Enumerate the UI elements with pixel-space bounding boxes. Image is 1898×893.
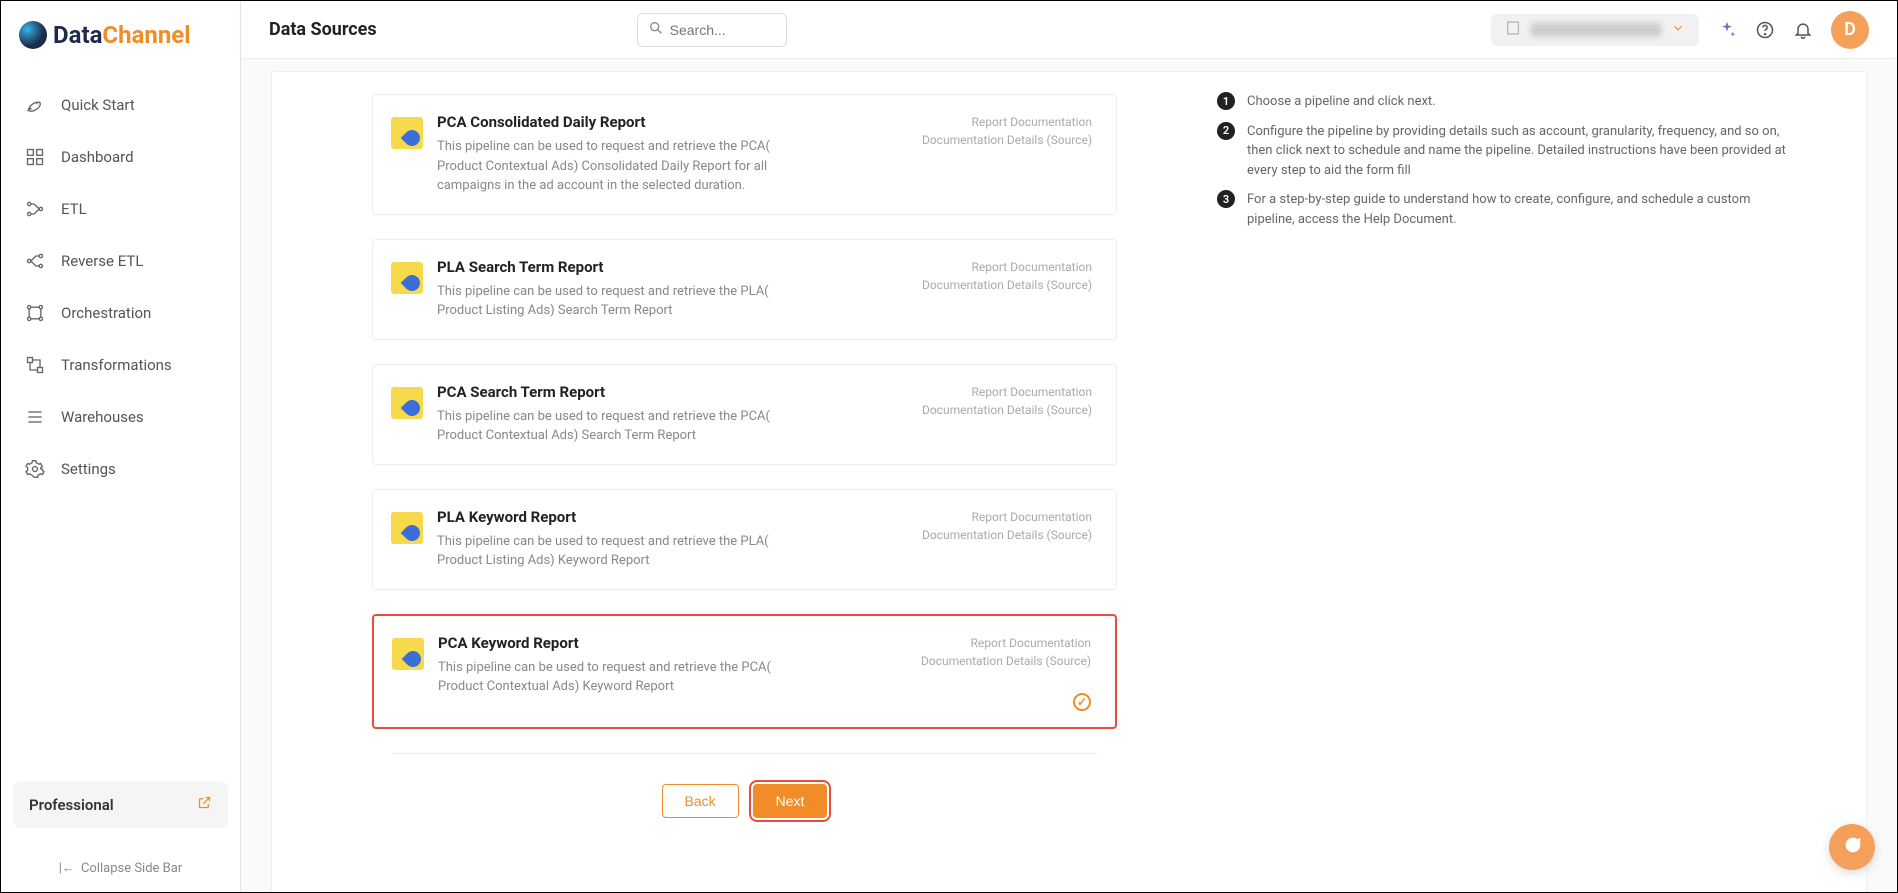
transform-icon xyxy=(23,353,47,377)
sidebar-item-dashboard[interactable]: Dashboard xyxy=(13,131,228,183)
flipkart-icon xyxy=(392,638,424,670)
org-name-redacted xyxy=(1531,23,1661,37)
collapse-sidebar-button[interactable]: |← Collapse Side Bar xyxy=(13,856,228,880)
nodes-icon xyxy=(23,301,47,325)
plan-label: Professional xyxy=(29,796,114,814)
divider xyxy=(392,753,1097,754)
search-input[interactable] xyxy=(670,22,776,38)
sidebar-item-quick-start[interactable]: Quick Start xyxy=(13,79,228,131)
back-button[interactable]: Back xyxy=(662,784,739,818)
database-icon xyxy=(23,405,47,429)
pipeline-card[interactable]: PLA Search Term Report This pipeline can… xyxy=(372,239,1117,340)
flipkart-icon xyxy=(391,262,423,294)
sidebar-item-warehouses[interactable]: Warehouses xyxy=(13,391,228,443)
flipkart-icon xyxy=(391,387,423,419)
pipeline-desc: This pipeline can be used to request and… xyxy=(437,137,817,196)
pipeline-card[interactable]: PCA Keyword Report This pipeline can be … xyxy=(372,614,1117,729)
reverse-flow-icon xyxy=(23,249,47,273)
building-icon xyxy=(1505,20,1521,40)
sidebar: DataChannel Quick Start Dashboard ETL Re… xyxy=(1,1,241,892)
bell-icon[interactable] xyxy=(1793,20,1813,40)
documentation-details-link[interactable]: Documentation Details (Source) xyxy=(922,401,1092,419)
chevron-down-icon xyxy=(1671,20,1685,39)
flipkart-icon xyxy=(391,512,423,544)
step-text: For a step-by-step guide to understand h… xyxy=(1247,190,1786,229)
rocket-icon xyxy=(23,93,47,117)
report-documentation-link[interactable]: Report Documentation xyxy=(922,383,1092,401)
pipeline-list: PCA Consolidated Daily Report This pipel… xyxy=(372,94,1117,729)
page-title: Data Sources xyxy=(269,19,377,40)
header: Data Sources D xyxy=(241,1,1897,59)
flipkart-icon xyxy=(391,117,423,149)
sidebar-item-label: ETL xyxy=(61,200,87,218)
pipeline-card[interactable]: PLA Keyword Report This pipeline can be … xyxy=(372,489,1117,590)
sidebar-item-label: Dashboard xyxy=(61,148,134,166)
collapse-label: Collapse Side Bar xyxy=(81,861,182,876)
documentation-details-link[interactable]: Documentation Details (Source) xyxy=(922,276,1092,294)
sidebar-item-label: Warehouses xyxy=(61,408,144,426)
content-panel: PCA Consolidated Daily Report This pipel… xyxy=(271,71,1867,892)
step-number: 2 xyxy=(1217,122,1235,140)
pipeline-desc: This pipeline can be used to request and… xyxy=(437,282,817,321)
pipeline-card[interactable]: PCA Consolidated Daily Report This pipel… xyxy=(372,94,1117,215)
documentation-details-link[interactable]: Documentation Details (Source) xyxy=(922,131,1092,149)
step-row: 2 Configure the pipeline by providing de… xyxy=(1217,122,1786,181)
search-box[interactable] xyxy=(637,13,787,47)
collapse-icon: |← xyxy=(59,860,75,876)
sidebar-item-etl[interactable]: ETL xyxy=(13,183,228,235)
step-number: 1 xyxy=(1217,92,1235,110)
sidebar-item-reverse-etl[interactable]: Reverse ETL xyxy=(13,235,228,287)
external-link-icon xyxy=(197,795,212,814)
next-button[interactable]: Next xyxy=(753,784,828,818)
report-documentation-link[interactable]: Report Documentation xyxy=(922,258,1092,276)
step-row: 3 For a step-by-step guide to understand… xyxy=(1217,190,1786,229)
chat-icon xyxy=(1841,834,1863,860)
step-text: Choose a pipeline and click next. xyxy=(1247,92,1436,112)
sidebar-item-label: Reverse ETL xyxy=(61,252,143,270)
report-documentation-link[interactable]: Report Documentation xyxy=(922,113,1092,131)
logo-text-part2: Channel xyxy=(102,21,190,49)
gear-icon xyxy=(23,457,47,481)
help-icon[interactable] xyxy=(1755,20,1775,40)
sidebar-item-label: Orchestration xyxy=(61,304,151,322)
logo-mark-icon xyxy=(19,21,47,49)
report-documentation-link[interactable]: Report Documentation xyxy=(922,508,1092,526)
nav-items: Quick Start Dashboard ETL Reverse ETL Or… xyxy=(13,79,228,781)
flow-icon xyxy=(23,197,47,221)
search-icon xyxy=(648,20,664,40)
sparkle-icon[interactable] xyxy=(1717,20,1737,40)
pipeline-desc: This pipeline can be used to request and… xyxy=(437,407,817,446)
selected-check-icon xyxy=(1073,693,1091,711)
logo-text-part1: Data xyxy=(53,21,102,49)
pipeline-desc: This pipeline can be used to request and… xyxy=(438,658,818,697)
pipeline-desc: This pipeline can be used to request and… xyxy=(437,532,817,571)
step-text: Configure the pipeline by providing deta… xyxy=(1247,122,1786,181)
org-dropdown[interactable] xyxy=(1491,14,1699,46)
grid-icon xyxy=(23,145,47,169)
sidebar-item-label: Quick Start xyxy=(61,96,135,114)
avatar-initial: D xyxy=(1844,19,1856,40)
sidebar-item-label: Transformations xyxy=(61,356,172,374)
logo[interactable]: DataChannel xyxy=(13,21,228,49)
documentation-details-link[interactable]: Documentation Details (Source) xyxy=(922,526,1092,544)
sidebar-item-orchestration[interactable]: Orchestration xyxy=(13,287,228,339)
chat-fab[interactable] xyxy=(1829,824,1875,870)
pipeline-card[interactable]: PCA Search Term Report This pipeline can… xyxy=(372,364,1117,465)
avatar[interactable]: D xyxy=(1831,11,1869,49)
button-row: Back Next xyxy=(372,784,1117,818)
plan-card[interactable]: Professional xyxy=(13,781,228,828)
sidebar-item-transformations[interactable]: Transformations xyxy=(13,339,228,391)
step-number: 3 xyxy=(1217,190,1235,208)
report-documentation-link[interactable]: Report Documentation xyxy=(921,634,1091,652)
sidebar-item-settings[interactable]: Settings xyxy=(13,443,228,495)
step-row: 1 Choose a pipeline and click next. xyxy=(1217,92,1786,112)
sidebar-item-label: Settings xyxy=(61,460,116,478)
documentation-details-link[interactable]: Documentation Details (Source) xyxy=(921,652,1091,670)
steps-list: 1 Choose a pipeline and click next. 2 Co… xyxy=(1217,92,1786,229)
